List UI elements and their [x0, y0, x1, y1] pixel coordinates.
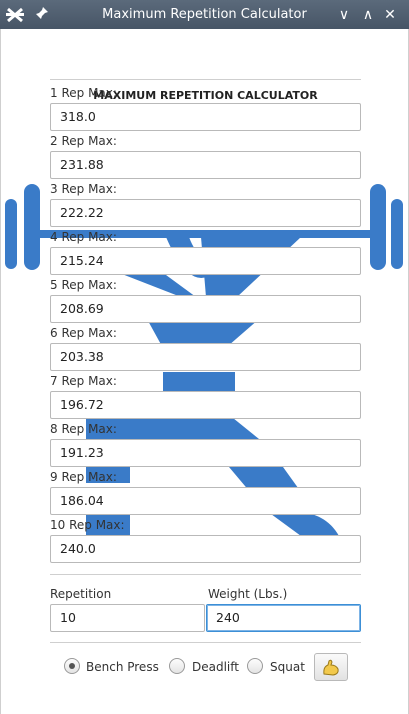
- options-divider: [50, 642, 361, 643]
- bench-press-label[interactable]: Bench Press: [86, 660, 159, 674]
- app-panel: MAXIMUM REPETITION CALCULATOR 1 Rep Max:…: [0, 29, 409, 714]
- rep-max-field[interactable]: 196.72: [50, 391, 361, 419]
- weight-input[interactable]: 240: [206, 604, 361, 632]
- deadlift-radio[interactable]: [169, 658, 185, 674]
- flexed-arm-icon: [323, 659, 339, 676]
- squat-radio[interactable]: [247, 658, 263, 674]
- close-button[interactable]: ✕: [380, 5, 400, 25]
- bench-press-radio[interactable]: [64, 658, 80, 674]
- rep-max-label: 6 Rep Max:: [50, 326, 117, 340]
- rep-max-label: 2 Rep Max:: [50, 134, 117, 148]
- inputs-divider: [50, 574, 361, 575]
- heading-divider: [50, 79, 361, 80]
- minimize-button[interactable]: ∨: [334, 5, 354, 25]
- rep-max-field[interactable]: 318.0: [50, 103, 361, 131]
- rep-max-field[interactable]: 240.0: [50, 535, 361, 563]
- flex-button[interactable]: [314, 653, 348, 681]
- rep-max-field[interactable]: 222.22: [50, 199, 361, 227]
- rep-max-label: 3 Rep Max:: [50, 182, 117, 196]
- rep-max-label: 10 Rep Max:: [50, 518, 125, 532]
- rep-max-label: 8 Rep Max:: [50, 422, 117, 436]
- squat-label[interactable]: Squat: [270, 660, 305, 674]
- maximize-button[interactable]: ∧: [358, 5, 378, 25]
- rep-max-field[interactable]: 203.38: [50, 343, 361, 371]
- rep-max-label: 7 Rep Max:: [50, 374, 117, 388]
- rep-max-label: 5 Rep Max:: [50, 278, 117, 292]
- rep-max-field[interactable]: 191.23: [50, 439, 361, 467]
- rep-max-field[interactable]: 231.88: [50, 151, 361, 179]
- window-titlebar[interactable]: Maximum Repetition Calculator ∨ ∧ ✕: [0, 0, 409, 29]
- rep-max-label: 9 Rep Max:: [50, 470, 117, 484]
- deadlift-label[interactable]: Deadlift: [192, 660, 239, 674]
- rep-max-label: 1 Rep Max:: [50, 86, 117, 100]
- rep-max-field[interactable]: 215.24: [50, 247, 361, 275]
- repetition-label: Repetition: [50, 587, 112, 601]
- rep-max-field[interactable]: 186.04: [50, 487, 361, 515]
- rep-max-field[interactable]: 208.69: [50, 295, 361, 323]
- repetition-input[interactable]: 10: [50, 604, 205, 632]
- weight-label: Weight (Lbs.): [208, 587, 288, 601]
- rep-max-label: 4 Rep Max:: [50, 230, 117, 244]
